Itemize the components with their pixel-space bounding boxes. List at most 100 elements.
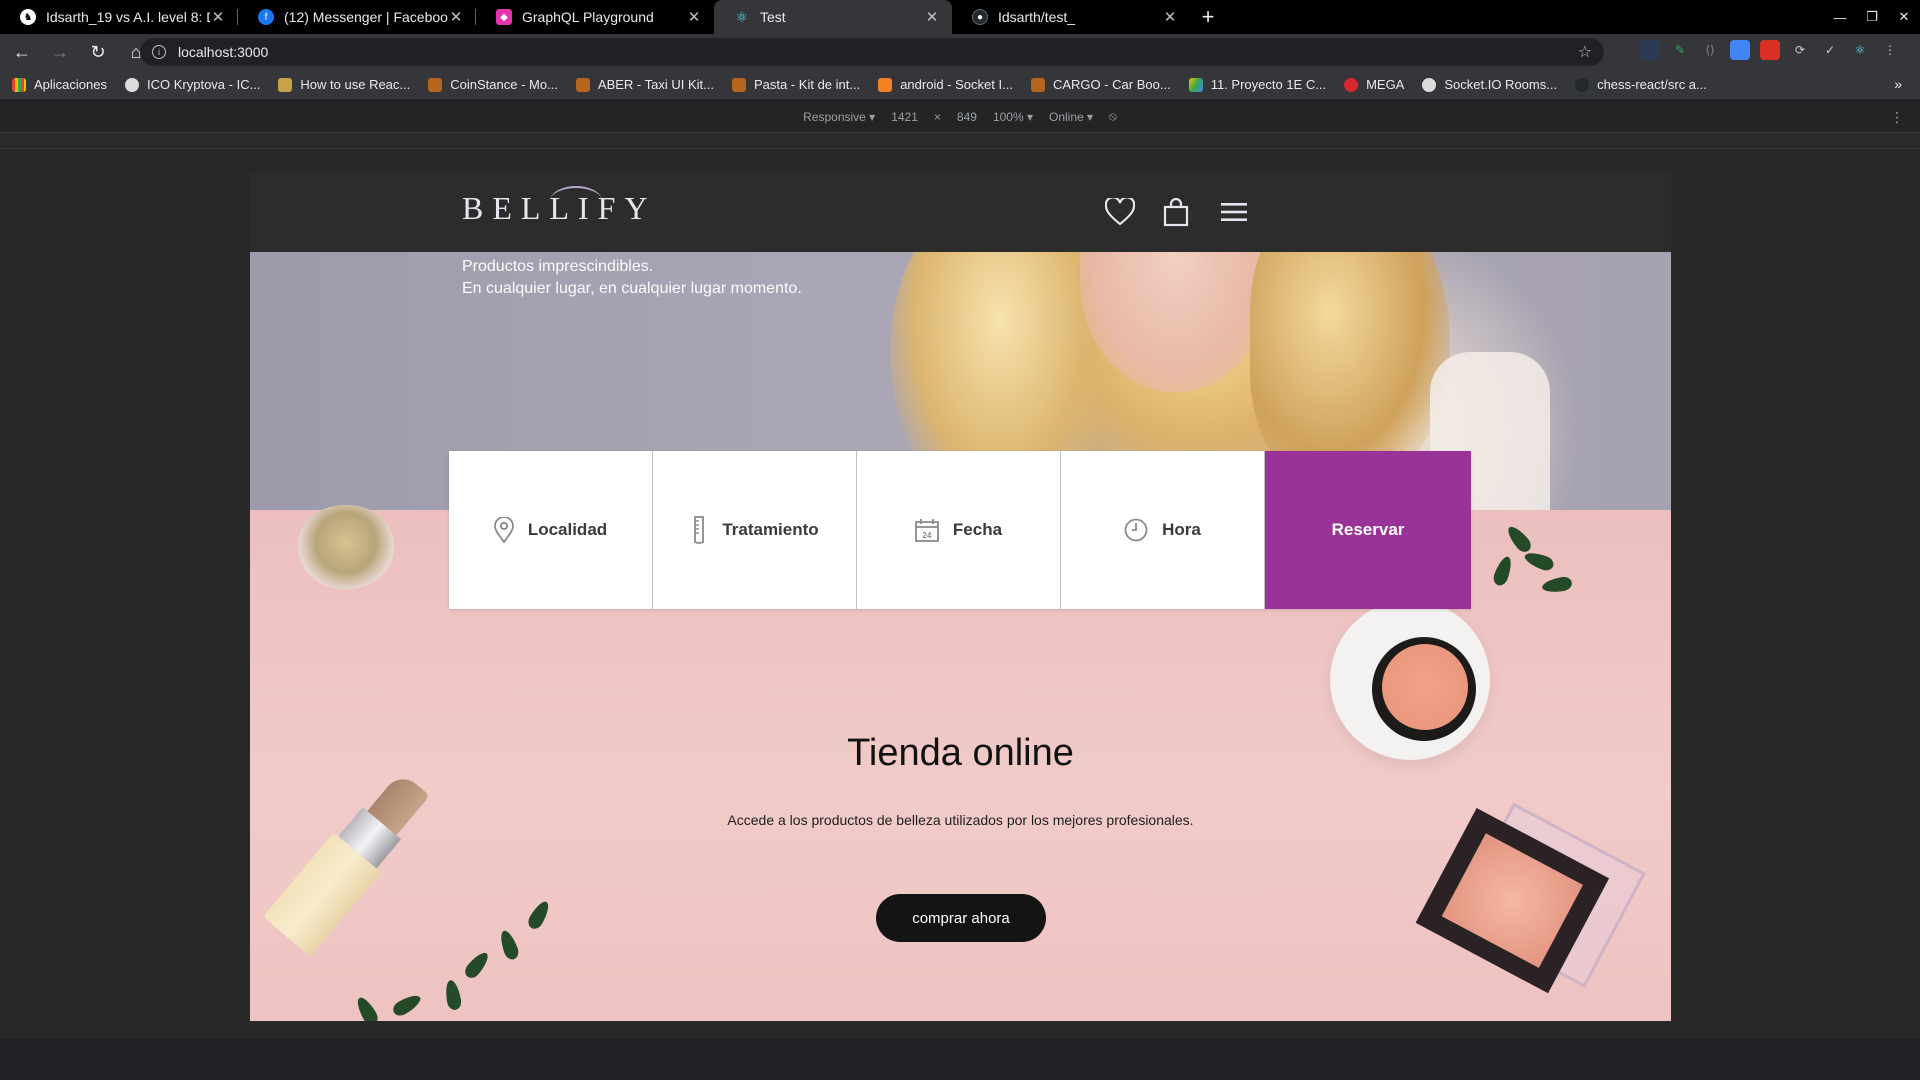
comb-icon xyxy=(694,516,705,544)
date-field[interactable]: 24 Fecha xyxy=(857,451,1061,609)
forward-button[interactable]: → xyxy=(44,36,76,68)
leaf-decoration xyxy=(1503,523,1535,555)
tab-title: GraphQL Playground xyxy=(522,9,654,25)
bookmark-item[interactable]: android - Socket I... xyxy=(878,77,1013,92)
location-pin-icon xyxy=(493,517,514,543)
bookmark-favicon-icon xyxy=(1422,77,1437,92)
svg-text:24: 24 xyxy=(922,531,931,540)
bookmark-favicon-icon xyxy=(731,77,746,92)
github-favicon-icon: ● xyxy=(972,9,988,25)
address-bar[interactable]: i localhost:3000 ☆ xyxy=(140,38,1604,66)
bookmark-item[interactable]: CARGO - Car Boo... xyxy=(1030,77,1171,92)
devtools-menu-icon[interactable]: ⋮ xyxy=(1890,109,1904,126)
reload-button[interactable]: ↻ xyxy=(82,36,114,68)
location-field[interactable]: Localidad xyxy=(449,451,653,609)
github-icon xyxy=(1575,77,1590,92)
react-favicon-icon: ⚛ xyxy=(735,8,749,25)
stackoverflow-icon xyxy=(878,77,893,92)
bookmark-favicon-icon xyxy=(428,77,443,92)
viewport-width[interactable]: 1421 xyxy=(891,110,918,124)
buy-now-button[interactable]: comprar ahora xyxy=(876,894,1046,942)
close-icon[interactable]: ✕ xyxy=(210,8,226,26)
extension-pen-icon[interactable]: ✎ xyxy=(1670,40,1690,60)
tab-messenger[interactable]: f (12) Messenger | Facebook ✕ xyxy=(238,0,476,34)
bookmarks-bar: Aplicaciones ICO Kryptova - IC... How to… xyxy=(0,70,1920,100)
hamburger-menu-icon[interactable] xyxy=(1216,194,1252,230)
leaf-decoration xyxy=(525,898,553,932)
bookmark-item[interactable]: ABER - Taxi UI Kit... xyxy=(575,77,714,92)
hero-text: Productos imprescindibles. En cualquier … xyxy=(462,256,802,300)
device-mode-select[interactable]: Responsive ▾ xyxy=(803,110,875,124)
close-icon[interactable]: ✕ xyxy=(448,8,464,26)
page-viewport: Productos imprescindibles. En cualquier … xyxy=(250,172,1671,1021)
restore-icon[interactable]: ❐ xyxy=(1856,0,1888,34)
close-icon[interactable]: ✕ xyxy=(686,8,702,26)
extension-icons: ✎ ⟨⟩ ⟳ ✓ ⚛ ⋮ xyxy=(1640,40,1900,60)
apps-grid-icon xyxy=(12,77,26,92)
location-label: Localidad xyxy=(527,520,608,539)
react-devtools-icon[interactable]: ⚛ xyxy=(1850,40,1870,60)
extension-icon[interactable] xyxy=(1640,40,1660,60)
back-button[interactable]: ← xyxy=(6,36,38,68)
bookmark-star-icon[interactable]: ☆ xyxy=(1578,42,1592,62)
menu-kebab-icon[interactable]: ⋮ xyxy=(1880,40,1900,60)
viewport-height[interactable]: 849 xyxy=(957,110,977,124)
tab-title: (12) Messenger | Facebook xyxy=(284,9,448,25)
treatment-label: Tratamiento xyxy=(722,520,819,539)
eyeshadow-palette-decoration xyxy=(1413,802,1646,1007)
bookmark-item[interactable]: ICO Kryptova - IC... xyxy=(125,77,260,92)
bookmark-item[interactable]: Socket.IO Rooms... xyxy=(1422,77,1557,92)
date-label: Fecha xyxy=(952,520,1003,539)
extension-icon[interactable]: ⟨⟩ xyxy=(1700,40,1720,60)
hero-line: Productos imprescindibles. xyxy=(462,258,654,275)
treatment-field[interactable]: Tratamiento xyxy=(653,451,857,609)
lipstick-decoration xyxy=(262,763,439,957)
site-header: BELLIFY xyxy=(250,172,1671,252)
hero-line: En cualquier lugar, en cualquier lugar m… xyxy=(462,280,802,297)
minimize-icon[interactable]: — xyxy=(1824,0,1856,34)
leaf-decoration xyxy=(461,949,493,981)
leaf-decoration xyxy=(1491,554,1515,588)
site-info-icon[interactable]: i xyxy=(152,45,166,59)
bookmarks-overflow-icon[interactable]: » xyxy=(1894,76,1902,92)
close-icon[interactable]: ✕ xyxy=(924,8,940,26)
tab-title: Idsarth_19 vs A.I. level 8: D40 xyxy=(46,9,210,25)
close-window-icon[interactable]: ✕ xyxy=(1888,0,1920,34)
bookmark-item[interactable]: chess-react/src a... xyxy=(1575,77,1707,92)
bookmark-item[interactable]: How to use Reac... xyxy=(278,77,410,92)
book-button[interactable]: Reservar xyxy=(1265,451,1471,609)
tab-chess[interactable]: ♞ Idsarth_19 vs A.I. level 8: D40 ✕ xyxy=(0,0,238,34)
shopping-bag-icon[interactable] xyxy=(1158,194,1194,230)
bookmark-item[interactable]: Aplicaciones xyxy=(12,77,107,92)
url-text: localhost:3000 xyxy=(178,44,269,60)
bookmark-item[interactable]: Pasta - Kit de int... xyxy=(731,77,860,92)
bookmark-favicon-icon xyxy=(125,77,139,92)
tab-test[interactable]: ⚛ Test ✕ xyxy=(714,0,952,34)
tab-title: Idsarth/test_ xyxy=(998,9,1076,25)
extension-icon[interactable]: ✓ xyxy=(1820,40,1840,60)
browser-window: ♞ Idsarth_19 vs A.I. level 8: D40 ✕ f (1… xyxy=(0,0,1920,1080)
network-throttle-select[interactable]: Online ▾ xyxy=(1049,110,1093,124)
zoom-select[interactable]: 100% ▾ xyxy=(993,110,1033,124)
bookmark-item[interactable]: MEGA xyxy=(1344,77,1404,92)
bookmark-item[interactable]: CoinStance - Mo... xyxy=(428,77,558,92)
bookmark-item[interactable]: 11. Proyecto 1E C... xyxy=(1188,77,1326,92)
time-field[interactable]: Hora xyxy=(1061,451,1265,609)
leaf-decoration xyxy=(1541,575,1573,595)
cosmetic-jar-decoration xyxy=(298,505,394,589)
mega-icon xyxy=(1344,77,1359,92)
bellify-logo[interactable]: BELLIFY xyxy=(462,186,657,227)
blush-powder-decoration xyxy=(1382,644,1468,730)
new-tab-button[interactable]: + xyxy=(1190,0,1226,34)
close-icon[interactable]: ✕ xyxy=(1162,8,1178,26)
extension-icon[interactable] xyxy=(1730,40,1750,60)
extension-icon[interactable] xyxy=(1760,40,1780,60)
extension-icon[interactable]: ⟳ xyxy=(1790,40,1810,60)
media-query-ruler[interactable] xyxy=(0,133,1920,149)
rotate-icon[interactable]: ⦸ xyxy=(1109,109,1117,124)
leaf-decoration xyxy=(390,991,424,1019)
tab-strip: ♞ Idsarth_19 vs A.I. level 8: D40 ✕ f (1… xyxy=(0,0,1920,34)
tab-github[interactable]: ● Idsarth/test_ ✕ xyxy=(952,0,1190,34)
favorites-heart-icon[interactable] xyxy=(1102,194,1138,230)
tab-graphql[interactable]: ◆ GraphQL Playground ✕ xyxy=(476,0,714,34)
